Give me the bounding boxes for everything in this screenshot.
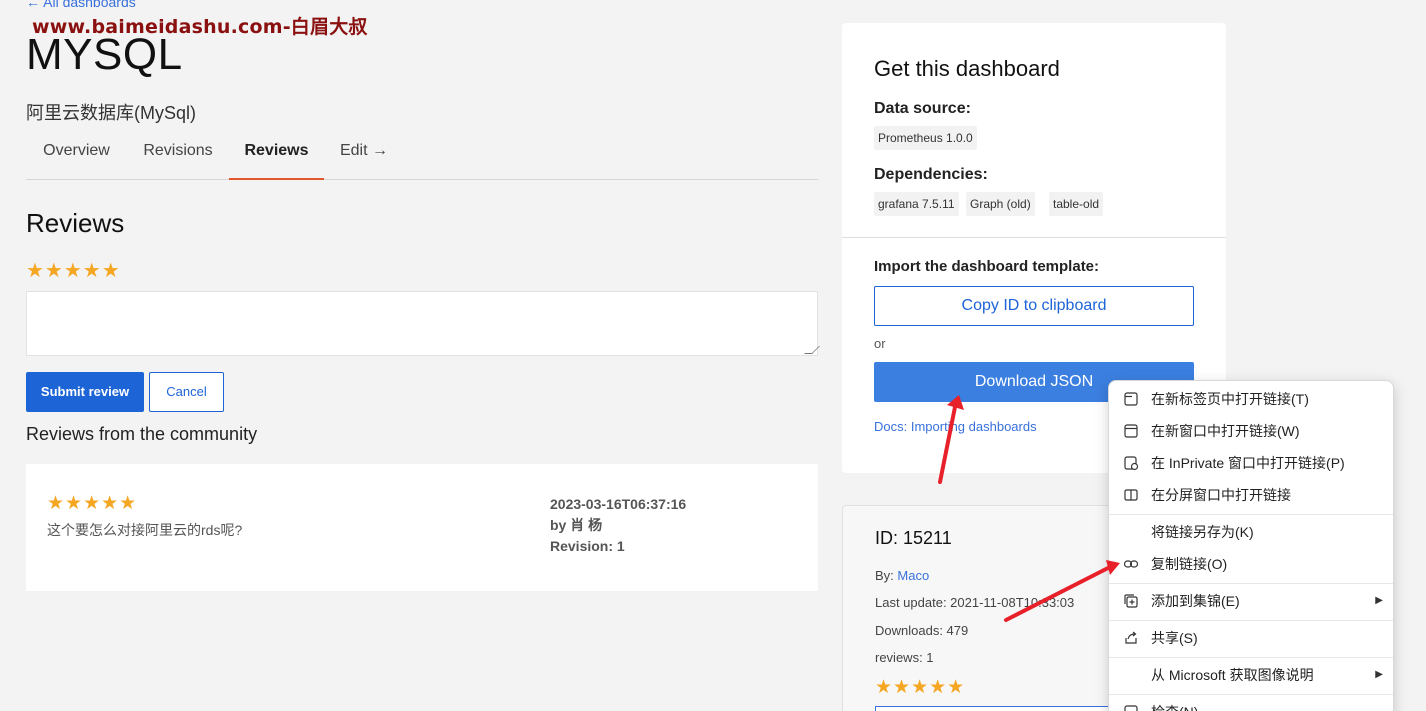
- page-title: MYSQL: [26, 30, 183, 79]
- info-stars: ★★★★★: [875, 677, 966, 698]
- review-text: 这个要怎么对接阿里云的rds呢?: [47, 522, 243, 538]
- ctx-open-inprivate[interactable]: 在 InPrivate 窗口中打开链接(P): [1109, 448, 1393, 478]
- ctx-open-new-tab[interactable]: 在新标签页中打开链接(T): [1109, 384, 1393, 414]
- ctx-label: 共享(S): [1151, 630, 1198, 646]
- inprivate-icon: [1124, 456, 1139, 471]
- ctx-label: 将链接另存为(K): [1151, 524, 1254, 540]
- ctx-label: 在新标签页中打开链接(T): [1151, 391, 1309, 407]
- ctx-label: 检查(N): [1151, 697, 1198, 711]
- data-source-chip: Prometheus 1.0.0: [874, 126, 977, 150]
- ctx-inspect[interactable]: 检查(N): [1109, 697, 1393, 711]
- ctx-add-to-collections[interactable]: 添加到集锦(E) ▶: [1109, 586, 1393, 616]
- review-date: 2023-03-16T06:37:16: [550, 496, 687, 512]
- page-subtitle: 阿里云数据库(MySql): [26, 103, 196, 123]
- review-meta: 2023-03-16T06:37:16 by 肖 杨 Revision: 1: [550, 494, 686, 557]
- tab-reviews[interactable]: Reviews: [229, 130, 324, 180]
- ctx-share[interactable]: 共享(S): [1109, 623, 1393, 653]
- panel-title: Get this dashboard: [874, 56, 1060, 81]
- ctx-separator: [1109, 620, 1393, 621]
- all-dashboards-link[interactable]: ← All dashboards: [26, 0, 136, 10]
- dependency-chip: table-old: [1049, 192, 1104, 216]
- docs-importing-link[interactable]: Docs: Importing dashboards: [874, 419, 1037, 434]
- dependency-chip: Graph (old): [966, 192, 1035, 216]
- review-author: by 肖 杨: [550, 517, 603, 533]
- review-stars: ★★★★★: [47, 493, 138, 514]
- or-text: or: [874, 336, 886, 351]
- submit-review-button[interactable]: Submit review: [26, 372, 144, 412]
- new-tab-icon: [1124, 392, 1138, 406]
- tab-bar: Overview Revisions Reviews Edit →: [26, 130, 818, 180]
- tab-edit[interactable]: Edit →: [326, 130, 402, 180]
- context-menu: 在新标签页中打开链接(T) 在新窗口中打开链接(W) 在 InPrivate 窗…: [1108, 380, 1394, 711]
- ctx-separator: [1109, 657, 1393, 658]
- split-screen-icon: [1124, 489, 1138, 501]
- data-source-label: Data source:: [874, 100, 971, 117]
- tab-overview[interactable]: Overview: [26, 130, 127, 180]
- cancel-button[interactable]: Cancel: [149, 372, 224, 412]
- ctx-label: 复制链接(O): [1151, 556, 1228, 572]
- last-update: Last update: 2021-11-08T10:33:03: [875, 595, 1075, 610]
- community-heading: Reviews from the community: [26, 424, 258, 444]
- author-prefix: By:: [875, 568, 898, 583]
- submenu-arrow-icon: ▶: [1375, 595, 1383, 606]
- ctx-label: 添加到集锦(E): [1151, 593, 1240, 609]
- dashboard-id: ID: 15211: [875, 528, 952, 548]
- ctx-label: 在新窗口中打开链接(W): [1151, 423, 1300, 439]
- ctx-get-image-description[interactable]: 从 Microsoft 获取图像说明 ▶: [1109, 660, 1393, 690]
- ctx-label: 从 Microsoft 获取图像说明: [1151, 667, 1314, 683]
- author-line: By: Maco: [875, 568, 929, 583]
- collections-icon: [1124, 594, 1138, 608]
- ctx-separator: [1109, 514, 1393, 515]
- copy-id-button[interactable]: Copy ID to clipboard: [874, 286, 1194, 326]
- ctx-open-split-screen[interactable]: 在分屏窗口中打开链接: [1109, 480, 1393, 510]
- ctx-separator: [1109, 583, 1393, 584]
- import-label: Import the dashboard template:: [874, 258, 1100, 275]
- ctx-copy-link[interactable]: 复制链接(O): [1109, 549, 1393, 579]
- dependency-chip: grafana 7.5.11: [874, 192, 959, 216]
- ctx-label: 在分屏窗口中打开链接: [1151, 487, 1291, 503]
- review-textarea[interactable]: [26, 291, 818, 356]
- submenu-arrow-icon: ▶: [1375, 669, 1383, 680]
- review-revision: Revision: 1: [550, 538, 625, 554]
- author-link[interactable]: Maco: [897, 568, 929, 583]
- panel-divider: [842, 237, 1226, 238]
- rating-stars[interactable]: ★★★★★: [26, 258, 121, 283]
- downloads-count: Downloads: 479: [875, 623, 969, 638]
- review-card: ★★★★★ 这个要怎么对接阿里云的rds呢? 2023-03-16T06:37:…: [26, 464, 818, 591]
- ctx-open-new-window[interactable]: 在新窗口中打开链接(W): [1109, 416, 1393, 446]
- ctx-label: 在 InPrivate 窗口中打开链接(P): [1151, 455, 1345, 471]
- ctx-separator: [1109, 694, 1393, 695]
- inspect-icon: [1124, 705, 1138, 711]
- dependencies-label: Dependencies:: [874, 166, 988, 183]
- share-icon: [1125, 631, 1137, 644]
- ctx-save-link-as[interactable]: 将链接另存为(K): [1109, 517, 1393, 547]
- tab-revisions[interactable]: Revisions: [129, 130, 227, 180]
- link-icon: [1123, 560, 1139, 568]
- reviews-heading: Reviews: [26, 208, 125, 238]
- reviews-count: reviews: 1: [875, 650, 934, 665]
- new-window-icon: [1124, 424, 1138, 438]
